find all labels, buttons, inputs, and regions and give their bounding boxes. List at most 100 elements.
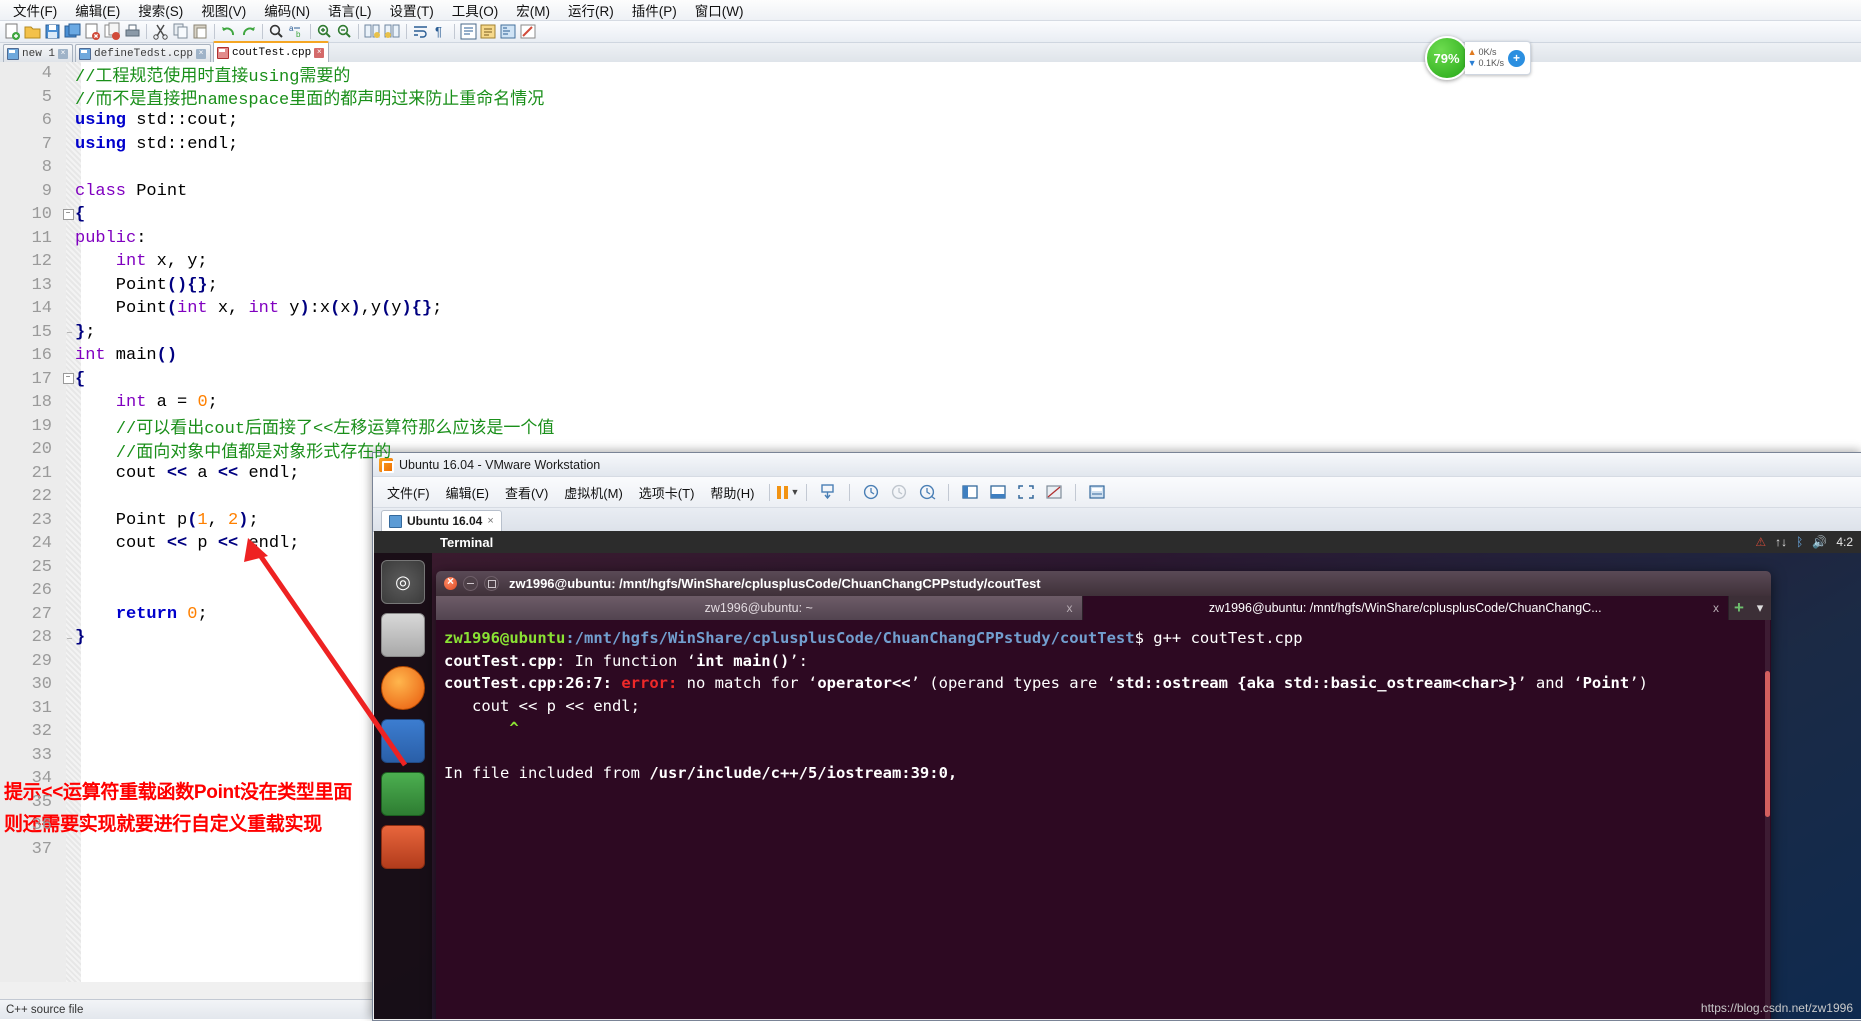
code-line[interactable]: 8 <box>0 156 1861 180</box>
close-icon[interactable]: × <box>314 47 325 58</box>
zoom-in-icon[interactable] <box>315 22 334 41</box>
user-defined-lang-icon[interactable] <box>479 22 498 41</box>
menu-item-1[interactable]: 编辑(E) <box>66 0 129 21</box>
save-icon[interactable] <box>43 22 62 41</box>
menu-item-8[interactable]: 宏(M) <box>507 0 559 21</box>
code-line[interactable]: 16 int main() <box>0 344 1861 368</box>
code-line[interactable]: 13 Point(){}; <box>0 274 1861 298</box>
code-editor-area[interactable]: 4 //工程规范使用时直接using需要的 5 //而不是直接把namespace里面… <box>0 62 1861 982</box>
code-line[interactable]: 31 <box>0 697 1861 721</box>
menu-item-4[interactable]: 编码(N) <box>255 0 319 21</box>
code-text[interactable]: public: <box>75 229 1861 248</box>
code-line[interactable]: 18 int a = 0; <box>0 391 1861 415</box>
menu-item-0[interactable]: 文件(F) <box>4 0 66 21</box>
menu-item-7[interactable]: 工具(O) <box>443 0 508 21</box>
code-line[interactable]: 26 <box>0 579 1861 603</box>
code-line[interactable]: 12 int x, y; <box>0 250 1861 274</box>
print-icon[interactable] <box>123 22 142 41</box>
code-text[interactable]: }; <box>75 323 1861 342</box>
close-all-icon[interactable] <box>103 22 122 41</box>
code-text[interactable]: } <box>75 628 1861 647</box>
code-line[interactable]: 28} <box>0 626 1861 650</box>
code-line[interactable]: 33 <box>0 744 1861 768</box>
indent-guide-icon[interactable] <box>459 22 478 41</box>
network-speed-widget[interactable]: 79% ▲ 0K/s ▼ 0.1K/s + <box>1424 36 1531 80</box>
code-line[interactable]: 6 using std::cout; <box>0 109 1861 133</box>
code-line[interactable]: 19 //可以看出cout后面接了<<左移运算符那么应该是一个值 <box>0 413 1861 440</box>
code-line[interactable]: 35 <box>0 791 1861 815</box>
menu-item-6[interactable]: 设置(T) <box>381 0 443 21</box>
code-line[interactable]: 29 <box>0 650 1861 674</box>
speed-percent-badge[interactable]: 79% <box>1424 36 1469 80</box>
code-text[interactable]: using std::endl; <box>75 135 1861 154</box>
code-line[interactable]: 5 //而不是直接把namespace里面的都声明过来防止重命名情况 <box>0 84 1861 111</box>
fold-marker[interactable]: − <box>61 208 75 221</box>
close-file-icon[interactable] <box>83 22 102 41</box>
menu-item-5[interactable]: 语言(L) <box>319 0 381 21</box>
code-text[interactable]: using std::cout; <box>75 111 1861 130</box>
code-line[interactable]: 9 class Point <box>0 180 1861 204</box>
new-file-icon[interactable] <box>3 22 22 41</box>
menu-item-2[interactable]: 搜索(S) <box>129 0 192 21</box>
editor-tab-0[interactable]: new 1 × <box>3 44 74 62</box>
show-all-chars-icon[interactable]: ¶ <box>431 22 450 41</box>
code-line[interactable]: 10−{ <box>0 203 1861 227</box>
code-text[interactable]: Point(int x, int y):x(x),y(y){}; <box>75 299 1861 318</box>
code-line[interactable]: 11 public: <box>0 227 1861 251</box>
code-line[interactable]: 36 <box>0 814 1861 838</box>
code-text[interactable]: { <box>75 205 1861 224</box>
fold-marker[interactable]: − <box>61 373 75 385</box>
code-line[interactable]: 32 <box>0 720 1861 744</box>
open-file-icon[interactable] <box>23 22 42 41</box>
sync-scroll-v-icon[interactable] <box>363 22 382 41</box>
editor-tab-1[interactable]: defineTedst.cpp × <box>75 44 212 62</box>
redo-icon[interactable] <box>239 22 258 41</box>
sync-scroll-h-icon[interactable] <box>383 22 402 41</box>
code-line[interactable]: 21 cout << a << endl; <box>0 462 1861 486</box>
code-text[interactable]: //工程规范使用时直接using需要的 <box>75 62 1861 87</box>
menu-item-10[interactable]: 插件(P) <box>623 0 686 21</box>
code-line[interactable]: 15}; <box>0 321 1861 345</box>
word-wrap-icon[interactable] <box>411 22 430 41</box>
copy-icon[interactable] <box>171 22 190 41</box>
code-text[interactable]: return 0; <box>75 605 1861 624</box>
code-line[interactable]: 20 //面向对象中值都是对象形式存在的 <box>0 437 1861 463</box>
code-line[interactable]: 37 <box>0 838 1861 862</box>
zoom-out-icon[interactable] <box>335 22 354 41</box>
editor-tab-2[interactable]: coutTest.cpp × <box>213 41 330 62</box>
cut-icon[interactable] <box>151 22 170 41</box>
code-line[interactable]: 14 Point(int x, int y):x(x),y(y){}; <box>0 297 1861 321</box>
code-text[interactable]: //而不是直接把namespace里面的都声明过来防止重命名情况 <box>75 84 1861 110</box>
undo-icon[interactable] <box>219 22 238 41</box>
code-line[interactable]: 34 <box>0 767 1861 791</box>
code-line[interactable]: 17−{ <box>0 368 1861 392</box>
code-text[interactable]: int a = 0; <box>75 393 1861 412</box>
code-line[interactable]: 25 <box>0 556 1861 580</box>
find-icon[interactable] <box>267 22 286 41</box>
code-text[interactable]: { <box>75 370 1861 389</box>
code-text[interactable]: int main() <box>75 346 1861 365</box>
code-line[interactable]: 7 using std::endl; <box>0 133 1861 157</box>
menu-item-11[interactable]: 窗口(W) <box>686 0 753 21</box>
code-line[interactable]: 23 Point p(1, 2); <box>0 509 1861 533</box>
code-text[interactable]: //面向对象中值都是对象形式存在的 <box>75 437 1861 463</box>
function-list-icon[interactable] <box>519 22 538 41</box>
menu-item-9[interactable]: 运行(R) <box>559 0 623 21</box>
speed-boost-button[interactable]: + <box>1508 49 1525 67</box>
code-text[interactable]: cout << p << endl; <box>75 534 1861 553</box>
doc-map-icon[interactable] <box>499 22 518 41</box>
code-line[interactable]: 22 <box>0 485 1861 509</box>
close-icon[interactable]: × <box>196 48 207 59</box>
code-text[interactable]: int x, y; <box>75 252 1861 271</box>
code-text[interactable]: class Point <box>75 182 1861 201</box>
code-text[interactable]: Point p(1, 2); <box>75 511 1861 530</box>
code-text[interactable]: //可以看出cout后面接了<<左移运算符那么应该是一个值 <box>75 413 1861 439</box>
code-line[interactable]: 27 return 0; <box>0 603 1861 627</box>
close-icon[interactable]: × <box>58 48 69 59</box>
menu-item-3[interactable]: 视图(V) <box>192 0 255 21</box>
paste-icon[interactable] <box>191 22 210 41</box>
replace-icon[interactable]: ab <box>287 22 306 41</box>
save-all-icon[interactable] <box>63 22 82 41</box>
code-line[interactable]: 24 cout << p << endl; <box>0 532 1861 556</box>
code-text[interactable]: Point(){}; <box>75 276 1861 295</box>
